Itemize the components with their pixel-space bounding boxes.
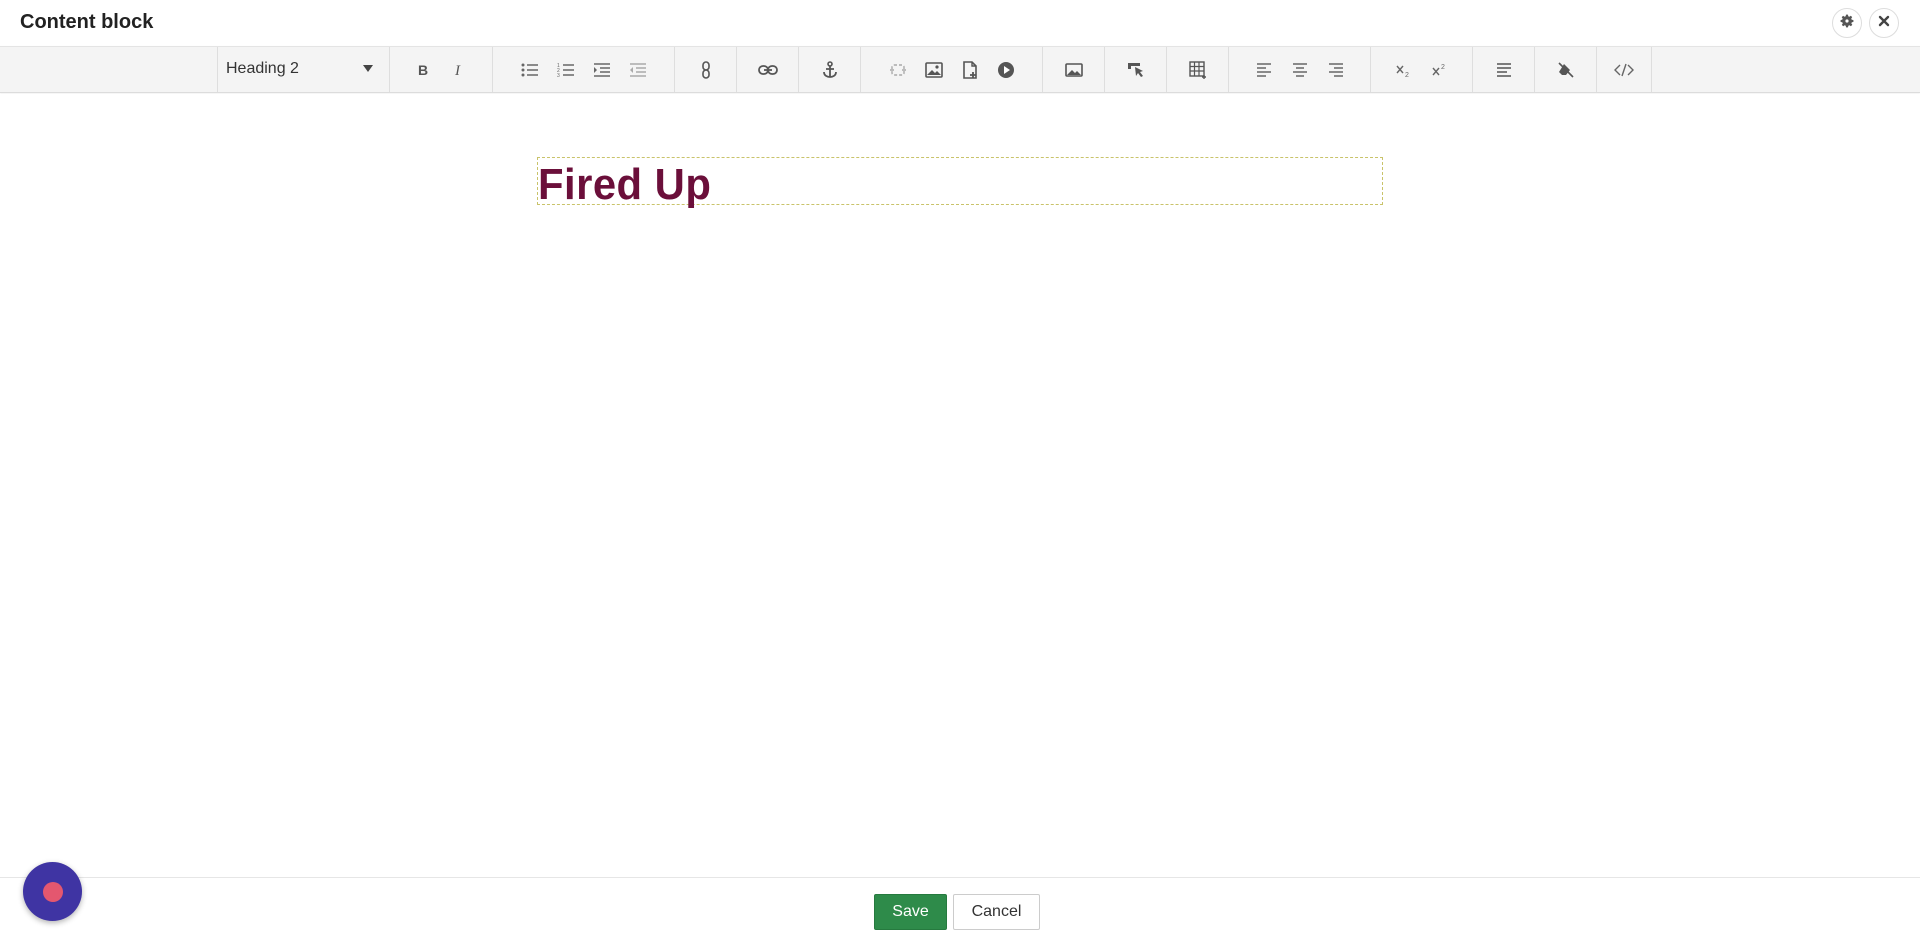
editor-toolbar: Heading 2 B I 123 2 2: [0, 46, 1920, 93]
video-button[interactable]: [991, 55, 1021, 85]
outdent-button[interactable]: [623, 55, 653, 85]
bold-icon: B: [416, 63, 430, 77]
heading-text[interactable]: Fired Up: [538, 158, 711, 212]
link-button[interactable]: [753, 55, 783, 85]
link-group: [737, 47, 799, 92]
bullet-list-button[interactable]: [515, 55, 545, 85]
image-insert-button[interactable]: [1059, 55, 1089, 85]
record-dot-icon: [42, 881, 63, 902]
dialog-footer: Save Cancel: [0, 877, 1920, 945]
svg-text:3: 3: [557, 73, 560, 78]
list-group: 123: [493, 47, 675, 92]
link-chain-group: [675, 47, 737, 92]
video-play-icon: [997, 61, 1015, 79]
image-insert-icon: [1064, 62, 1083, 78]
link-chain-button[interactable]: [691, 55, 721, 85]
numbered-list-button[interactable]: 123: [551, 55, 581, 85]
heading-block[interactable]: Fired Up: [537, 157, 1383, 209]
embed-button[interactable]: [883, 55, 913, 85]
file-add-icon: [962, 60, 978, 79]
subscript-button[interactable]: 2: [1389, 55, 1419, 85]
anchor-icon: [822, 60, 838, 79]
cursor-pointer-button[interactable]: [1121, 55, 1151, 85]
image-button[interactable]: [919, 55, 949, 85]
anchor-button[interactable]: [815, 55, 845, 85]
window-title: Content block: [20, 11, 154, 33]
cursor-pointer-icon: [1127, 61, 1145, 79]
indent-icon: [593, 62, 611, 77]
indent-button[interactable]: [587, 55, 617, 85]
italic-icon: I: [452, 63, 466, 77]
link-icon: [757, 64, 778, 76]
script-group: 2 2: [1371, 47, 1473, 92]
table-button[interactable]: [1183, 55, 1213, 85]
embed-icon: [889, 62, 907, 78]
media-group: [861, 47, 1043, 92]
cursor-group: [1105, 47, 1167, 92]
align-center-button[interactable]: [1285, 55, 1315, 85]
numbered-list-icon: 123: [557, 62, 575, 78]
bold-button[interactable]: B: [408, 55, 438, 85]
settings-button[interactable]: [1832, 8, 1862, 38]
clear-format-icon: [1557, 61, 1575, 79]
align-left-icon: [1256, 62, 1272, 77]
clear-format-group: [1535, 47, 1597, 92]
close-icon: [1877, 14, 1891, 33]
align-left-button[interactable]: [1249, 55, 1279, 85]
outdent-icon: [629, 62, 647, 77]
paragraph-button[interactable]: [1489, 55, 1519, 85]
superscript-button[interactable]: 2: [1425, 55, 1455, 85]
recording-fab-button[interactable]: [23, 862, 82, 921]
svg-text:2: 2: [1405, 72, 1409, 78]
image-insert-group: [1043, 47, 1105, 92]
image-icon: [924, 61, 943, 78]
clear-format-button[interactable]: [1551, 55, 1581, 85]
subscript-icon: 2: [1395, 62, 1413, 78]
link-chain-icon: [700, 60, 712, 79]
align-group: [1229, 47, 1371, 92]
file-add-button[interactable]: [955, 55, 985, 85]
chevron-down-icon: [363, 65, 373, 72]
save-button[interactable]: Save: [874, 894, 947, 930]
source-code-group: [1597, 47, 1652, 92]
svg-text:2: 2: [1441, 64, 1445, 71]
format-select[interactable]: Heading 2: [217, 47, 390, 92]
table-group: [1167, 47, 1229, 92]
title-bar: Content block: [0, 0, 1920, 46]
paragraph-group: [1473, 47, 1535, 92]
svg-text:I: I: [454, 63, 461, 77]
table-icon: [1188, 60, 1207, 79]
source-code-button[interactable]: [1609, 55, 1639, 85]
superscript-icon: 2: [1431, 62, 1449, 78]
paragraph-icon: [1496, 62, 1512, 77]
text-style-group: B I: [390, 47, 493, 92]
align-right-icon: [1328, 62, 1344, 77]
bullet-list-icon: [521, 63, 539, 77]
align-right-button[interactable]: [1321, 55, 1351, 85]
gear-icon: [1839, 13, 1855, 34]
editor-content-area[interactable]: Fired Up: [0, 94, 1920, 877]
source-code-icon: [1614, 63, 1634, 77]
format-select-value: Heading 2: [226, 60, 299, 77]
svg-text:B: B: [418, 63, 428, 77]
align-center-icon: [1292, 62, 1308, 77]
italic-button[interactable]: I: [444, 55, 474, 85]
anchor-group: [799, 47, 861, 92]
close-button[interactable]: [1869, 8, 1899, 38]
cancel-button[interactable]: Cancel: [953, 894, 1040, 930]
